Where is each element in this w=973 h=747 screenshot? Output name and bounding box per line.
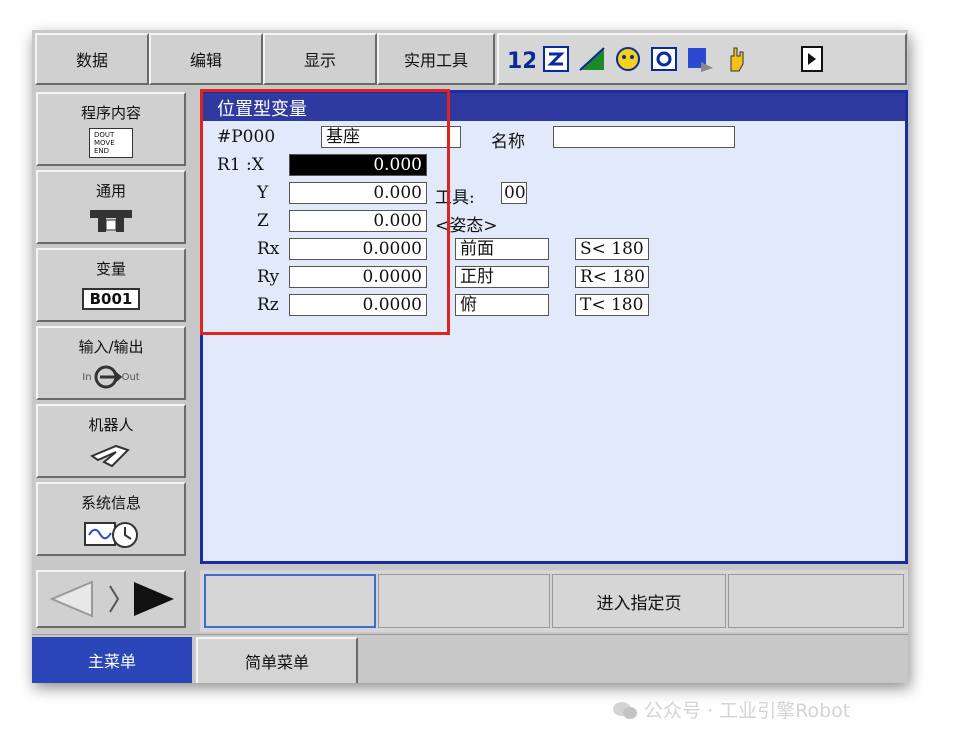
- sidebar-item-io[interactable]: 输入/输出 In Out: [36, 326, 186, 400]
- menu-utility[interactable]: 实用工具: [377, 33, 495, 85]
- variable-id: #P000: [217, 127, 276, 147]
- menu-data[interactable]: 数据: [35, 33, 149, 85]
- axis-z-field[interactable]: 0.000: [289, 210, 427, 232]
- panel-titlebar: 位置型变量: [203, 93, 905, 121]
- program-content-icon: DOUT MOVE END: [89, 127, 133, 159]
- page-nav: [36, 570, 186, 628]
- posture-elbow-field[interactable]: 正肘: [455, 266, 549, 288]
- axis-x-field[interactable]: 0.000: [289, 154, 427, 176]
- axis-ry-field[interactable]: 0.0000: [289, 266, 427, 288]
- sidebar-item-system-info[interactable]: 系统信息: [36, 482, 186, 556]
- function-button-2[interactable]: [378, 574, 550, 628]
- page-separator-icon: [108, 584, 120, 618]
- cycle-icon[interactable]: [649, 44, 679, 74]
- coordinate-field[interactable]: 基座: [321, 126, 461, 148]
- function-button-1[interactable]: [204, 574, 376, 628]
- menu-display[interactable]: 显示: [263, 33, 377, 85]
- io-icon: In Out: [82, 361, 140, 393]
- name-label: 名称: [491, 132, 525, 152]
- sidebar-item-variable[interactable]: 变量 B001: [36, 248, 186, 322]
- bottom-tabs: 主菜单 简单菜单: [32, 634, 908, 683]
- function-bar: 进入指定页: [200, 570, 908, 632]
- axis-group-icon[interactable]: 12: [505, 44, 535, 74]
- prev-page-icon[interactable]: [46, 578, 96, 624]
- function-button-4[interactable]: [728, 574, 904, 628]
- page-icon[interactable]: [797, 44, 827, 74]
- hand-icon[interactable]: [721, 44, 751, 74]
- posture-label: <姿态>: [435, 216, 498, 236]
- playback-mode-icon[interactable]: [685, 44, 715, 74]
- coordinate-icon[interactable]: [541, 44, 571, 74]
- name-field[interactable]: [553, 126, 735, 148]
- speed-icon[interactable]: [577, 44, 607, 74]
- tool-flange-icon: [86, 205, 136, 237]
- sidebar-item-general[interactable]: 通用: [36, 170, 186, 244]
- sidebar-item-robot[interactable]: 机器人: [36, 404, 186, 478]
- next-page-icon[interactable]: [128, 578, 178, 624]
- security-icon[interactable]: [613, 44, 643, 74]
- tab-main-menu[interactable]: 主菜单: [32, 637, 192, 683]
- watermark: 公众号 · 工业引擎Robot: [612, 696, 850, 723]
- limit-r-field[interactable]: R< 180: [575, 266, 649, 288]
- svg-text:12: 12: [507, 49, 535, 74]
- system-info-icon: [81, 517, 141, 549]
- wechat-icon: [613, 701, 637, 719]
- goto-page-button[interactable]: 进入指定页: [552, 574, 726, 628]
- menu-edit[interactable]: 编辑: [149, 33, 263, 85]
- robot-arm-icon: [86, 439, 136, 471]
- variable-badge-icon: B001: [81, 283, 141, 315]
- panel-title: 位置型变量: [217, 99, 307, 120]
- position-variable-panel: 位置型变量 #P000 基座 名称 R1 :X 0.000 Y 0.000 Z …: [200, 90, 908, 564]
- robot-axis-label: R1 :X: [217, 155, 264, 175]
- axis-rx-field[interactable]: 0.0000: [289, 238, 427, 260]
- pendant-screen: 数据 编辑 显示 实用工具 12 程序内容 DOUT MOVE END 通用 变…: [32, 30, 908, 683]
- axis-y-field[interactable]: 0.000: [289, 182, 427, 204]
- sidebar-item-program[interactable]: 程序内容 DOUT MOVE END: [36, 92, 186, 166]
- limit-s-field[interactable]: S< 180: [575, 238, 649, 260]
- tool-field[interactable]: 00: [501, 182, 527, 204]
- axis-rz-field[interactable]: 0.0000: [289, 294, 427, 316]
- posture-flip-field[interactable]: 俯: [455, 294, 549, 316]
- posture-front-field[interactable]: 前面: [455, 238, 549, 260]
- status-toolbar: 12: [497, 33, 907, 85]
- tab-simple-menu[interactable]: 简单菜单: [196, 637, 358, 683]
- tool-label: 工具:: [435, 188, 475, 208]
- limit-t-field[interactable]: T< 180: [575, 294, 649, 316]
